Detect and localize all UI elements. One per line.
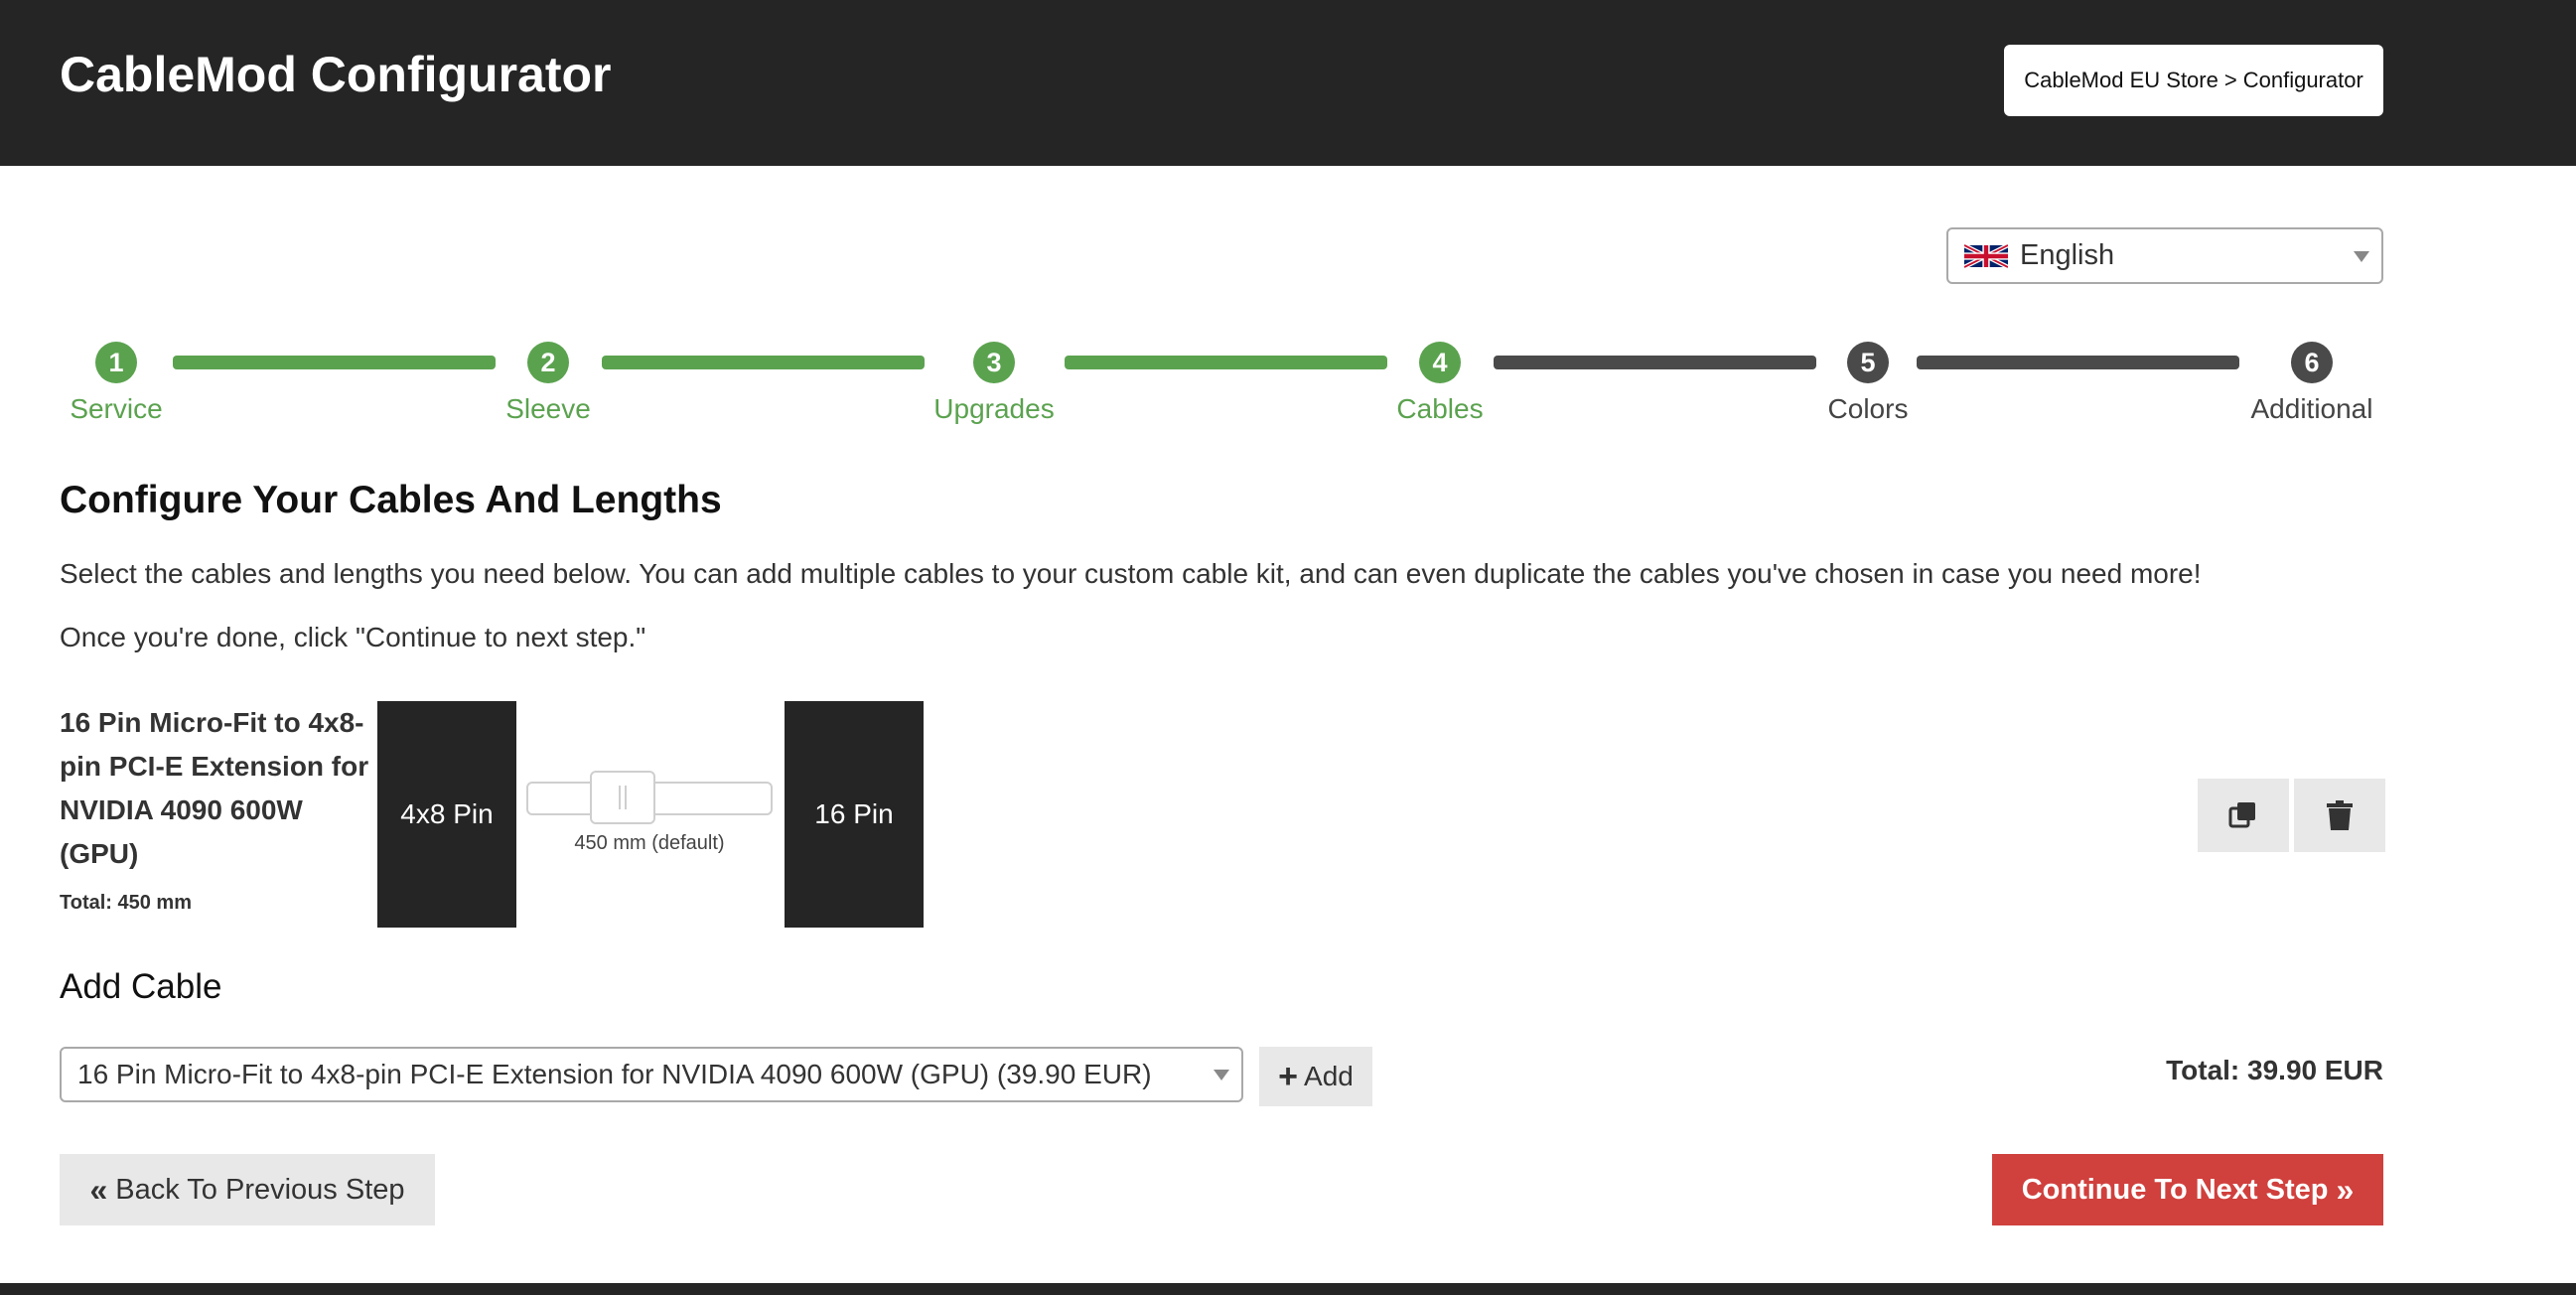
cable-select-value: 16 Pin Micro-Fit to 4x8-pin PCI-E Extens…: [77, 1059, 1152, 1089]
delete-cable-button[interactable]: [2294, 779, 2385, 852]
step-4-circle[interactable]: 4: [1419, 342, 1461, 383]
continue-button-label: Continue To Next Step: [2021, 1173, 2329, 1206]
step-connector-4-5: [1494, 356, 1816, 369]
copy-icon: [2228, 802, 2255, 828]
right-connector-box: 16 Pin: [785, 701, 924, 928]
step-6-circle: 6: [2291, 342, 2333, 383]
length-slider-value: 450 mm (default): [574, 832, 725, 854]
step-6-label: Additional: [2250, 393, 2373, 424]
step-4-label[interactable]: Cables: [1341, 393, 1539, 425]
step-5-label: Colors: [1827, 393, 1909, 424]
duplicate-cable-button[interactable]: [2198, 779, 2289, 852]
app-title: CableMod Configurator: [60, 47, 612, 102]
step-3-label[interactable]: Upgrades: [895, 393, 1093, 425]
back-button-label: Back To Previous Step: [115, 1173, 405, 1206]
language-selected-value: English: [2020, 239, 2115, 271]
step-2-circle[interactable]: 2: [527, 342, 569, 383]
plus-icon: +: [1278, 1058, 1299, 1095]
cable-total-length: Total: 450 mm: [60, 892, 192, 914]
top-bar: CableMod Configurator CableMod EU Store …: [0, 0, 2576, 166]
step-connector-3-4: [1065, 356, 1387, 369]
step-connector-2-3: [602, 356, 925, 369]
add-cable-button-label: Add: [1304, 1061, 1354, 1091]
step-1-label[interactable]: Service: [17, 393, 215, 425]
cable-type-select[interactable]: 16 Pin Micro-Fit to 4x8-pin PCI-E Extens…: [60, 1047, 1243, 1102]
chevron-down-icon: [1214, 1070, 1229, 1080]
breadcrumb-store-link[interactable]: CableMod EU Store: [2024, 68, 2218, 93]
language-select[interactable]: English: [1946, 227, 2383, 284]
continue-button[interactable]: Continue To Next Step »: [1992, 1154, 2383, 1225]
length-slider-handle[interactable]: [590, 771, 655, 824]
grip-icon: [619, 786, 627, 809]
page-title: Configure Your Cables And Lengths: [60, 479, 722, 521]
add-cable-button[interactable]: + Add: [1259, 1047, 1372, 1106]
step-3-circle[interactable]: 3: [973, 342, 1015, 383]
breadcrumb-separator: >: [2223, 68, 2237, 92]
step-connector-1-2: [173, 356, 496, 369]
intro-text: Select the cables and lengths you need b…: [60, 558, 2202, 589]
add-cable-title: Add Cable: [60, 967, 222, 1006]
step-2-label[interactable]: Sleeve: [449, 393, 647, 425]
breadcrumb-current: Configurator: [2242, 68, 2363, 92]
cable-name: 16 Pin Micro-Fit to 4x8-pin PCI-E Extens…: [60, 707, 369, 869]
double-chevron-right-icon: »: [2336, 1171, 2355, 1208]
uk-flag-icon: [1964, 242, 2008, 269]
intro-instruction: Once you're done, click "Continue to nex…: [60, 622, 646, 652]
step-5-circle: 5: [1847, 342, 1889, 383]
back-button[interactable]: « Back To Previous Step: [60, 1154, 435, 1225]
trash-icon: [2327, 800, 2353, 830]
left-connector-box: 4x8 Pin: [377, 701, 516, 928]
double-chevron-left-icon: «: [89, 1171, 108, 1208]
breadcrumb: CableMod EU Store > Configurator: [2004, 45, 2383, 116]
footer-bar: [0, 1283, 2576, 1295]
order-total: Total: 39.90 EUR: [2166, 1055, 2383, 1085]
step-connector-5-6: [1917, 356, 2239, 369]
step-1-circle[interactable]: 1: [95, 342, 137, 383]
chevron-down-icon: [2354, 251, 2369, 262]
